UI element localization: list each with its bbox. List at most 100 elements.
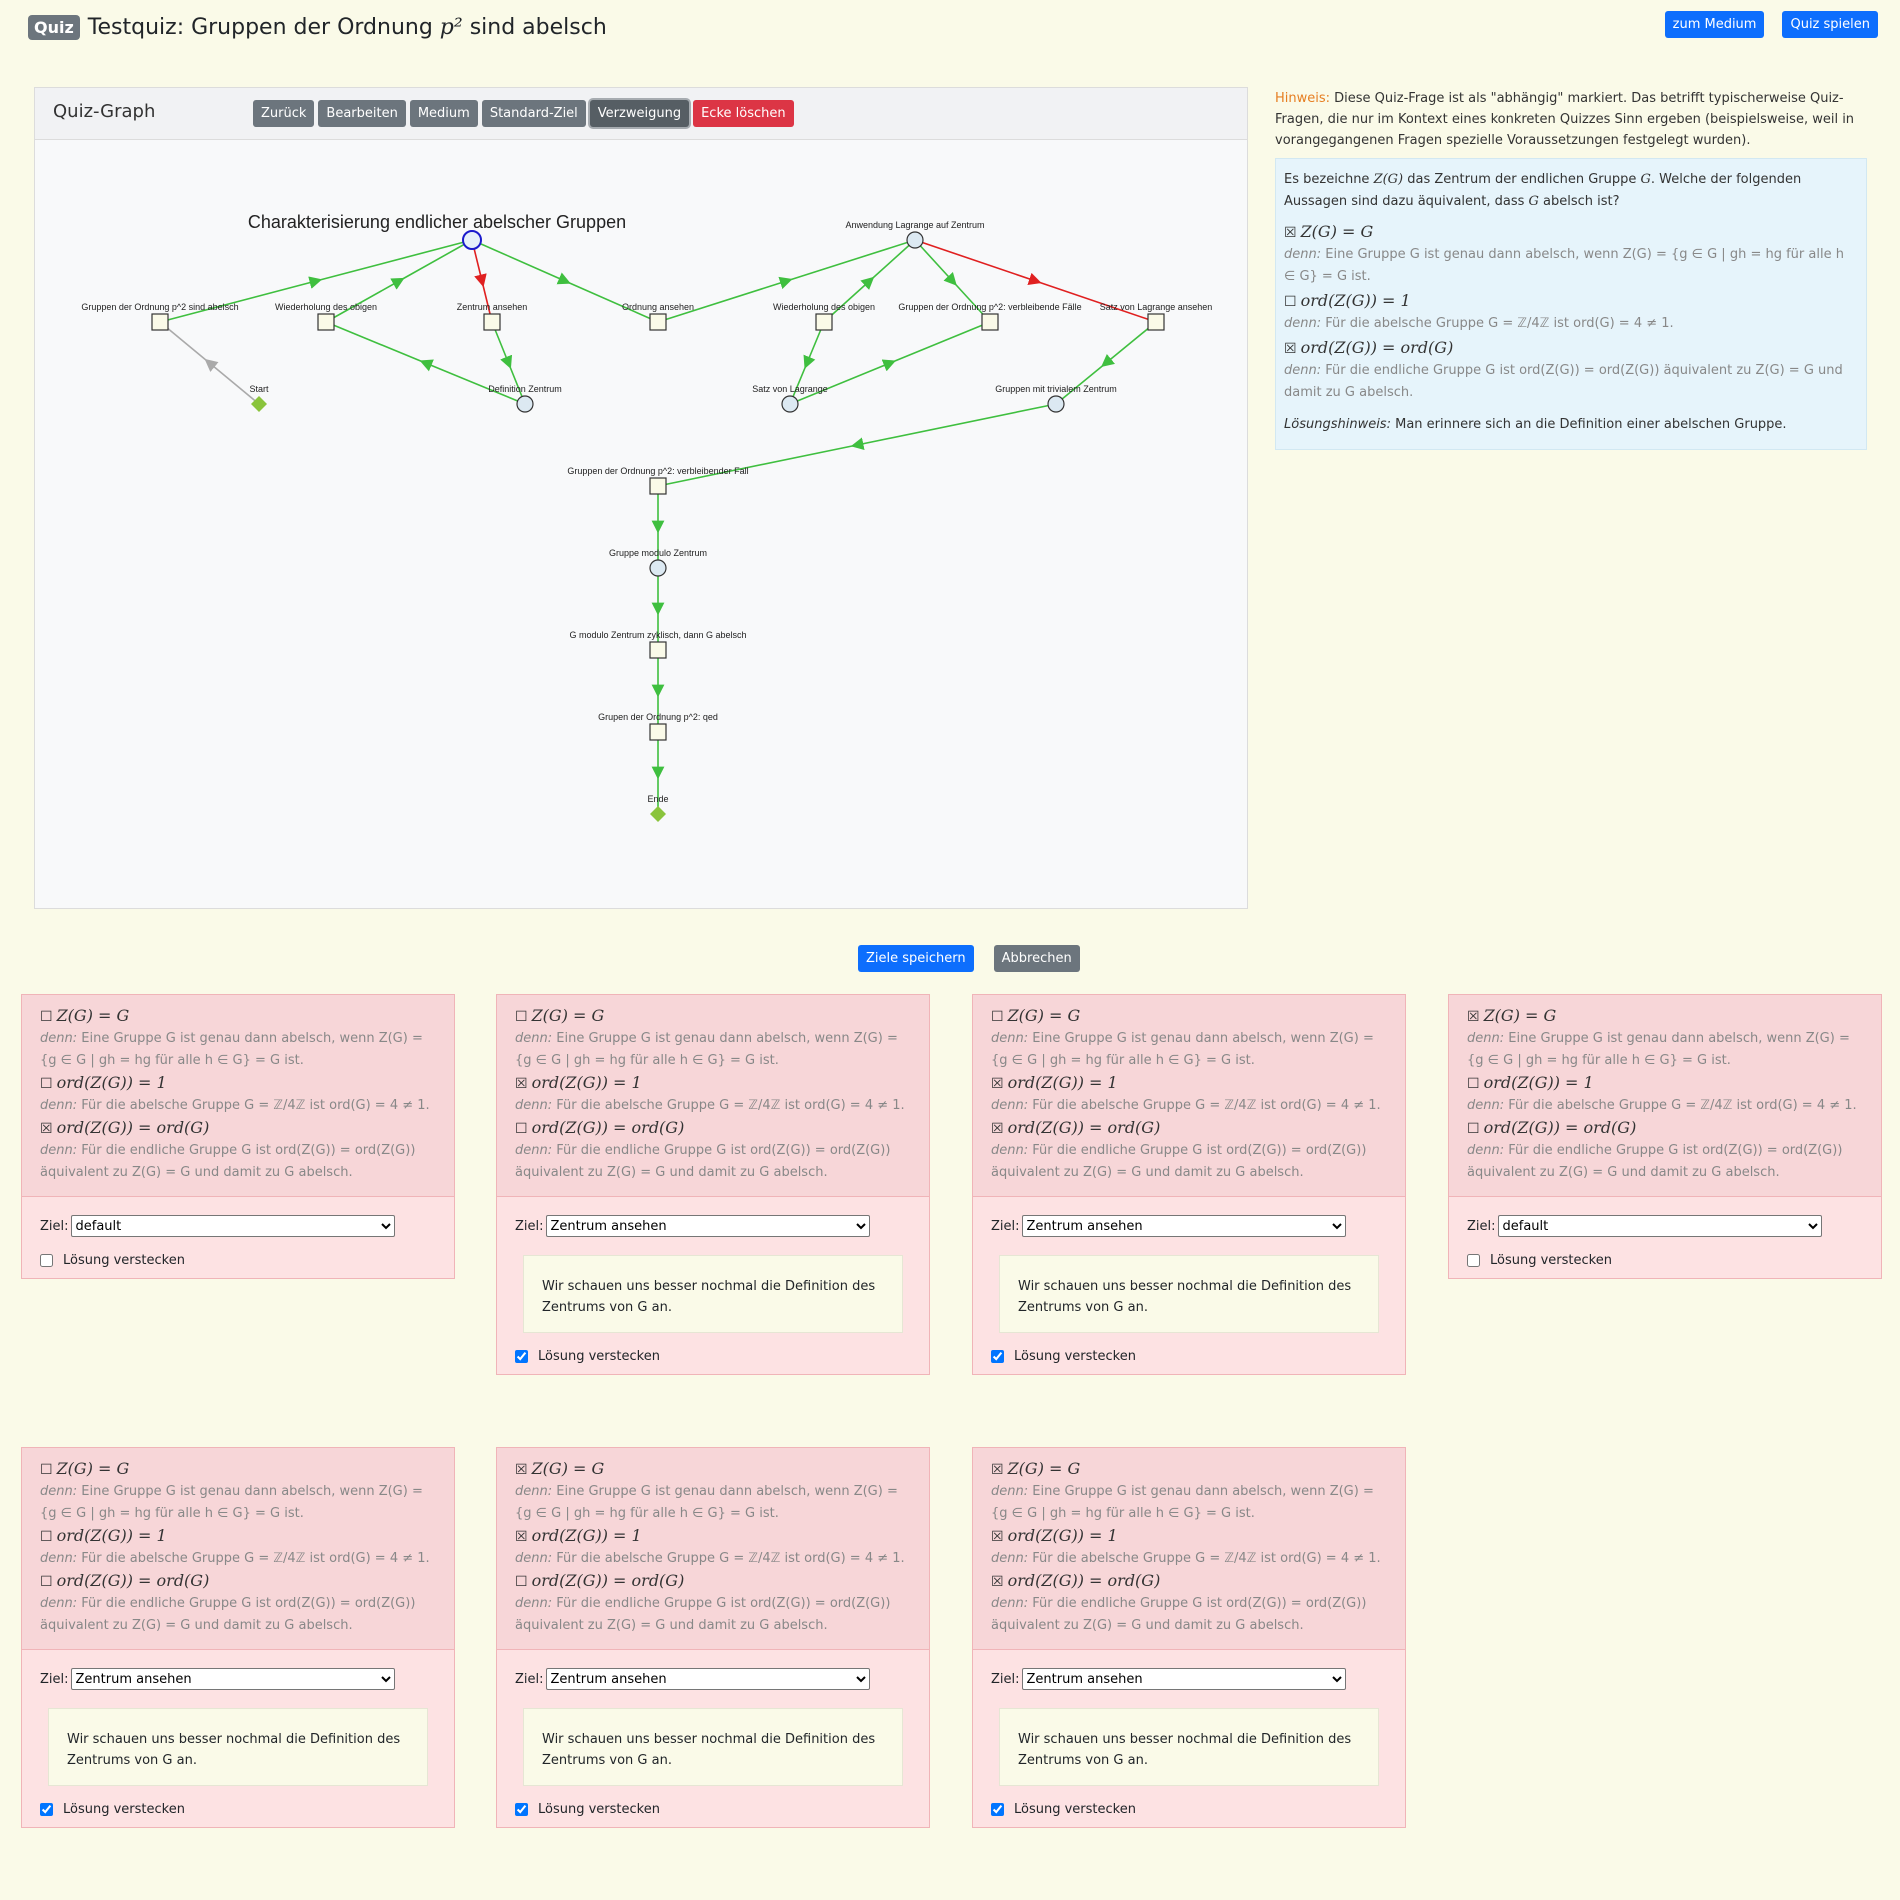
graph-edge-start-g1[interactable] <box>159 321 260 405</box>
graph-node-label: Ende <box>647 794 668 804</box>
hide-solution-checkbox[interactable] <box>515 1803 528 1816</box>
hide-solution-checkbox[interactable] <box>515 1350 528 1363</box>
branch-button[interactable]: Verzweigung <box>589 100 690 127</box>
graph-node-wh1[interactable]: Wiederholung des obigen <box>275 302 377 331</box>
cancel-button[interactable]: Abbrechen <box>993 945 1080 972</box>
hide-solution-row[interactable]: Lösung verstecken <box>40 1253 436 1268</box>
graph-node-label: Satz von Lagrange <box>752 384 828 394</box>
hide-solution-row[interactable]: Lösung verstecken <box>991 1802 1387 1817</box>
graph-node-sl[interactable]: Satz von Lagrange <box>752 384 828 413</box>
graph-canvas[interactable]: Charakterisierung endlicher abelscher Gr… <box>35 140 1247 908</box>
graph-node-shape[interactable] <box>462 230 482 250</box>
delete-node-button[interactable]: Ecke löschen <box>693 100 794 127</box>
hide-solution-row[interactable]: Lösung verstecken <box>991 1349 1387 1364</box>
target-select[interactable]: default <box>1497 1215 1822 1237</box>
graph-node-dz[interactable]: Definition Zentrum <box>488 384 562 413</box>
medium-button[interactable]: Medium <box>409 100 478 127</box>
edit-button[interactable]: Bearbeiten <box>318 100 406 127</box>
target-row: Ziel: Zentrum ansehen <box>40 1668 436 1690</box>
graph-node-shape[interactable] <box>906 231 924 249</box>
graph-node-shape[interactable] <box>483 313 501 331</box>
target-select[interactable]: Zentrum ansehen <box>1021 1215 1346 1237</box>
graph-node-gvf[interactable]: Gruppen der Ordnung p^2: verbleibender F… <box>567 466 749 495</box>
option-explanation: denn: Eine Gruppe G ist genau dann abels… <box>1284 247 1844 284</box>
graph-node-shape[interactable] <box>650 806 666 822</box>
back-button[interactable]: Zurück <box>253 100 315 127</box>
hide-solution-label: Lösung verstecken <box>538 1802 660 1817</box>
hide-solution-checkbox[interactable] <box>991 1350 1004 1363</box>
card-option: ☐ Z(G) = G <box>991 1006 1081 1025</box>
hint-text: Hinweis: Diese Quiz-Frage ist als "abhän… <box>1275 88 1855 151</box>
default-target-button[interactable]: Standard-Ziel <box>481 100 586 127</box>
graph-node-oa[interactable]: Ordnung ansehen <box>622 302 694 331</box>
hide-solution-checkbox[interactable] <box>1467 1254 1480 1267</box>
graph-node-gmz[interactable]: Gruppe modulo Zentrum <box>609 548 707 577</box>
graph-node-label: Start <box>249 384 269 394</box>
card-options: ☐ Z(G) = G denn: Eine Gruppe G ist genau … <box>497 995 929 1197</box>
target-select[interactable]: default <box>70 1215 395 1237</box>
hide-solution-checkbox[interactable] <box>991 1803 1004 1816</box>
graph-node-wh2[interactable]: Wiederholung des obigen <box>773 302 875 331</box>
card-option: ☐ Z(G) = G <box>40 1006 130 1025</box>
target-select[interactable]: Zentrum ansehen <box>545 1668 870 1690</box>
target-label: Ziel: <box>515 1671 544 1687</box>
hide-solution-row[interactable]: Lösung verstecken <box>40 1802 436 1817</box>
graph-node-gmt[interactable]: Gruppen mit trivialem Zentrum <box>995 384 1117 413</box>
card-explanation: denn: Für die abelsche Gruppe G = ℤ/4ℤ i… <box>515 1098 905 1113</box>
answer-combination-card: ☐ Z(G) = G denn: Eine Gruppe G ist genau … <box>972 994 1406 1375</box>
graph-node-qed[interactable]: Grupen der Ordnung p^2: qed <box>598 712 718 741</box>
target-select[interactable]: Zentrum ansehen <box>70 1668 395 1690</box>
hide-solution-row[interactable]: Lösung verstecken <box>515 1349 911 1364</box>
graph-title: Quiz-Graph <box>53 101 156 122</box>
graph-node-shape[interactable] <box>815 313 833 331</box>
card-option: ☒ ord(Z(G)) = 1 <box>991 1073 1118 1092</box>
hide-solution-checkbox[interactable] <box>40 1254 53 1267</box>
graph-node-shape[interactable] <box>649 559 667 577</box>
option-explanation: denn: Für die endliche Gruppe G ist ord(… <box>1284 363 1843 400</box>
graph-node-shape[interactable] <box>781 395 799 413</box>
card-settings: Ziel: Zentrum ansehen Wir schauen uns be… <box>497 1197 929 1374</box>
card-explanation: denn: Für die endliche Gruppe G ist ord(… <box>991 1596 1367 1633</box>
graph-node-ende[interactable]: Ende <box>647 794 669 822</box>
graph-node-shape[interactable] <box>1147 313 1165 331</box>
graph-node-gmzz[interactable]: G modulo Zentrum zyklisch, dann G abelsc… <box>569 630 747 659</box>
target-select[interactable]: Zentrum ansehen <box>545 1215 870 1237</box>
to-medium-button[interactable]: zum Medium <box>1664 11 1765 38</box>
graph-node-shape[interactable] <box>649 313 667 331</box>
graph-node-sla[interactable]: Satz von Lagrange ansehen <box>1100 302 1213 331</box>
card-options: ☐ Z(G) = G denn: Eine Gruppe G ist genau … <box>973 995 1405 1197</box>
graph-node-shape[interactable] <box>151 313 169 331</box>
play-quiz-button[interactable]: Quiz spielen <box>1782 11 1878 38</box>
answer-combination-card: ☐ Z(G) = G denn: Eine Gruppe G ist genau … <box>496 994 930 1375</box>
graph-node-shape[interactable] <box>516 395 534 413</box>
card-explanation: denn: Für die abelsche Gruppe G = ℤ/4ℤ i… <box>40 1098 430 1113</box>
graph-node-g1[interactable]: Gruppen der Ordnung p^2 sind abelsch <box>81 302 239 331</box>
hide-solution-label: Lösung verstecken <box>1490 1253 1612 1268</box>
card-option: ☐ ord(Z(G)) = ord(G) <box>40 1571 210 1590</box>
card-option: ☒ Z(G) = G <box>1467 1006 1557 1025</box>
card-options: ☒ Z(G) = G denn: Eine Gruppe G ist genau … <box>497 1448 929 1650</box>
hide-solution-row[interactable]: Lösung verstecken <box>1467 1253 1863 1268</box>
hide-solution-row[interactable]: Lösung verstecken <box>515 1802 911 1817</box>
graph-node-shape[interactable] <box>1047 395 1065 413</box>
target-label: Ziel: <box>515 1218 544 1234</box>
hint-note: Wir schauen uns besser nochmal die Defin… <box>48 1708 428 1786</box>
graph-node-grf[interactable]: Gruppen der Ordnung p^2: verbleibende Fä… <box>898 302 1082 331</box>
target-actions: Ziele speichern Abbrechen <box>858 945 1080 972</box>
graph-node-shape[interactable] <box>649 477 667 495</box>
graph-node-za[interactable]: Zentrum ansehen <box>457 302 528 331</box>
question-option: ☒ Z(G) = G <box>1284 222 1374 241</box>
graph-node-shape[interactable] <box>317 313 335 331</box>
save-targets-button[interactable]: Ziele speichern <box>858 945 974 972</box>
graph-node-shape[interactable] <box>649 723 667 741</box>
target-label: Ziel: <box>40 1218 69 1234</box>
graph-node-shape[interactable] <box>649 641 667 659</box>
hide-solution-checkbox[interactable] <box>40 1803 53 1816</box>
page-title: Testquiz: Gruppen der Ordnung p² sind ab… <box>87 14 607 40</box>
graph-node-label: Ordnung ansehen <box>622 302 694 312</box>
graph-node-shape[interactable] <box>981 313 999 331</box>
target-select[interactable]: Zentrum ansehen <box>1021 1668 1346 1690</box>
graph-svg[interactable]: Charakterisierung endlicher abelscher Gr… <box>35 140 1247 908</box>
graph-node-lag[interactable]: Anwendung Lagrange auf Zentrum <box>845 220 985 249</box>
graph-node-root[interactable] <box>462 230 482 250</box>
